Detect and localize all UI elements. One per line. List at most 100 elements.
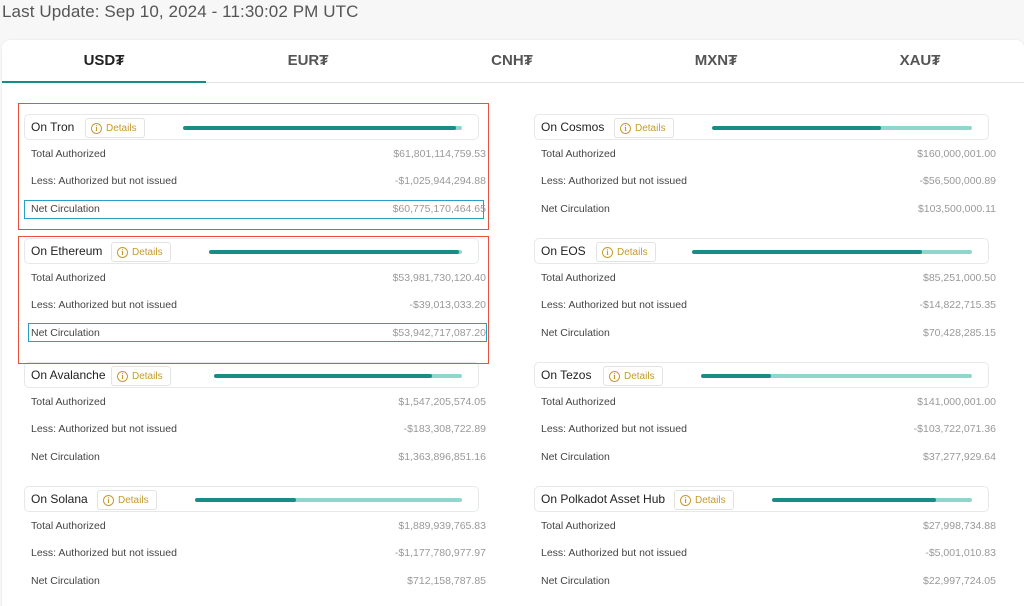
details-label: Details	[635, 122, 666, 134]
net-circulation-value: $712,158,787.85	[407, 575, 486, 587]
circulation-bar	[692, 250, 972, 254]
net-circulation-row: Net Circulation $103,500,000.11	[541, 201, 996, 217]
total-authorized-row: Total Authorized $85,251,000.50	[541, 270, 996, 286]
total-authorized-label: Total Authorized	[541, 148, 616, 160]
total-authorized-row: Total Authorized $160,000,001.00	[541, 146, 996, 162]
chain-header: On EOS i Details	[534, 238, 989, 264]
circulation-bar-fill	[712, 126, 881, 130]
total-authorized-label: Total Authorized	[541, 520, 616, 532]
chain-header: On Tezos i Details	[534, 362, 989, 388]
less-not-issued-label: Less: Authorized but not issued	[541, 299, 687, 311]
less-not-issued-value: -$5,001,010.83	[925, 547, 996, 559]
circulation-bar-fill	[692, 250, 922, 254]
details-button[interactable]: i Details	[596, 242, 656, 262]
less-not-issued-label: Less: Authorized but not issued	[31, 423, 177, 435]
net-circulation-label: Net Circulation	[31, 451, 100, 463]
net-circulation-row: Net Circulation $70,428,285.15	[541, 325, 996, 341]
less-not-issued-label: Less: Authorized but not issued	[541, 547, 687, 559]
highlight-net-circulation-tron	[24, 200, 484, 219]
details-button[interactable]: i Details	[674, 490, 734, 510]
details-label: Details	[695, 494, 726, 506]
net-circulation-label: Net Circulation	[541, 451, 610, 463]
total-authorized-row: Total Authorized $1,547,205,574.05	[31, 394, 486, 410]
total-authorized-label: Total Authorized	[541, 396, 616, 408]
chain-name: On Avalanche	[31, 368, 106, 382]
chain-name: On Cosmos	[541, 120, 605, 134]
info-icon: i	[609, 370, 620, 382]
circulation-bar-fill	[214, 374, 433, 378]
total-authorized-row: Total Authorized $141,000,001.00	[541, 394, 996, 410]
circulation-bar	[772, 498, 972, 502]
chain-name: On Polkadot Asset Hub	[541, 492, 666, 506]
tab-cnht[interactable]: CNH₮	[410, 52, 614, 69]
total-authorized-value: $141,000,001.00	[917, 396, 996, 408]
chain-name: On Solana	[31, 492, 88, 506]
less-not-issued-row: Less: Authorized but not issued -$103,72…	[541, 421, 996, 437]
highlight-box-ethereum	[18, 236, 489, 364]
total-authorized-label: Total Authorized	[31, 520, 106, 532]
total-authorized-value: $85,251,000.50	[923, 272, 996, 284]
less-not-issued-label: Less: Authorized but not issued	[541, 175, 687, 187]
tab-usdt[interactable]: USD₮	[2, 52, 206, 69]
details-button[interactable]: i Details	[97, 490, 157, 510]
chain-header: On Cosmos i Details	[534, 114, 989, 140]
total-authorized-value: $1,889,939,765.83	[398, 520, 486, 532]
less-not-issued-value: -$183,308,722.89	[403, 423, 486, 435]
total-authorized-label: Total Authorized	[541, 272, 616, 284]
tab-xaut[interactable]: XAU₮	[818, 52, 1022, 69]
total-authorized-value: $1,547,205,574.05	[398, 396, 486, 408]
net-circulation-value: $70,428,285.15	[923, 327, 996, 339]
last-update-text: Last Update: Sep 10, 2024 - 11:30:02 PM …	[2, 2, 359, 21]
less-not-issued-row: Less: Authorized but not issued -$183,30…	[31, 421, 486, 437]
net-circulation-row: Net Circulation $37,277,929.64	[541, 449, 996, 465]
less-not-issued-value: -$56,500,000.89	[919, 175, 996, 187]
circulation-bar	[701, 374, 972, 378]
total-authorized-row: Total Authorized $27,998,734.88	[541, 518, 996, 534]
net-circulation-value: $1,363,896,851.16	[398, 451, 486, 463]
less-not-issued-row: Less: Authorized but not issued -$5,001,…	[541, 545, 996, 561]
info-icon: i	[680, 494, 691, 506]
less-not-issued-value: -$1,177,780,977.97	[394, 547, 486, 559]
details-button[interactable]: i Details	[614, 118, 674, 138]
chain-name: On EOS	[541, 244, 586, 258]
net-circulation-label: Net Circulation	[541, 327, 610, 339]
details-button[interactable]: i Details	[111, 366, 171, 386]
circulation-bar-fill	[701, 374, 772, 378]
details-label: Details	[132, 370, 163, 382]
circulation-bar-fill	[772, 498, 936, 502]
net-circulation-row: Net Circulation $22,997,724.05	[541, 573, 996, 589]
less-not-issued-value: -$14,822,715.35	[919, 299, 996, 311]
circulation-bar	[712, 126, 972, 130]
net-circulation-row: Net Circulation $1,363,896,851.16	[31, 449, 486, 465]
chain-header: On Polkadot Asset Hub i Details	[534, 486, 989, 512]
details-label: Details	[617, 246, 648, 258]
less-not-issued-row: Less: Authorized but not issued -$14,822…	[541, 297, 996, 313]
tab-mxnt[interactable]: MXN₮	[614, 52, 818, 69]
less-not-issued-value: -$103,722,071.36	[913, 423, 996, 435]
less-not-issued-label: Less: Authorized but not issued	[541, 423, 687, 435]
currency-tabs: USD₮ EUR₮ CNH₮ MXN₮ XAU₮	[2, 40, 1024, 83]
circulation-bar-fill	[195, 498, 297, 502]
details-button[interactable]: i Details	[603, 366, 663, 386]
net-circulation-label: Net Circulation	[541, 575, 610, 587]
tab-eurt[interactable]: EUR₮	[206, 52, 410, 69]
info-icon: i	[117, 370, 128, 382]
circulation-bar	[214, 374, 462, 378]
total-authorized-label: Total Authorized	[31, 396, 106, 408]
total-authorized-value: $27,998,734.88	[923, 520, 996, 532]
details-label: Details	[624, 370, 655, 382]
less-not-issued-row: Less: Authorized but not issued -$56,500…	[541, 173, 996, 189]
net-circulation-value: $103,500,000.11	[917, 203, 996, 215]
details-label: Details	[118, 494, 149, 506]
total-authorized-value: $160,000,001.00	[917, 148, 996, 160]
less-not-issued-row: Less: Authorized but not issued -$1,177,…	[31, 545, 486, 561]
highlight-net-circulation-ethereum	[28, 323, 487, 342]
circulation-bar	[195, 498, 462, 502]
net-circulation-label: Net Circulation	[31, 575, 100, 587]
chain-header: On Solana i Details	[24, 486, 479, 512]
active-tab-indicator	[2, 81, 206, 83]
info-icon: i	[103, 494, 114, 506]
info-icon: i	[620, 122, 631, 134]
less-not-issued-label: Less: Authorized but not issued	[31, 547, 177, 559]
net-circulation-value: $22,997,724.05	[923, 575, 996, 587]
